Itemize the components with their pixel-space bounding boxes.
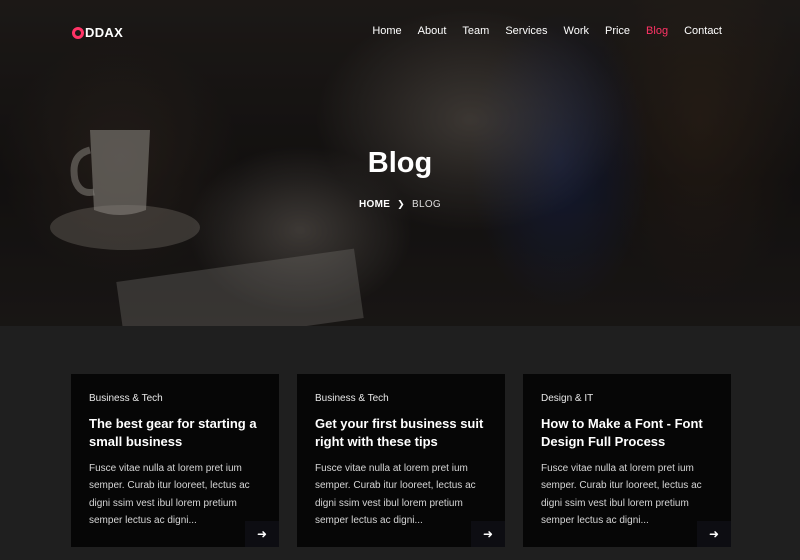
nav-item-price[interactable]: Price [597,23,638,39]
arrow-right-icon[interactable]: ➜ [245,521,279,547]
post-title[interactable]: The best gear for starting a small busin… [89,415,261,451]
post-excerpt: Fusce vitae nulla at lorem pret ium semp… [541,463,702,527]
blog-post-list: Business & Tech The best gear for starti… [71,374,731,547]
page-title: Blog [367,147,433,179]
nav-item-about[interactable]: About [410,23,455,39]
nav-item-services[interactable]: Services [497,23,555,39]
nav-item-home[interactable]: Home [364,23,409,39]
post-category[interactable]: Business & Tech [315,393,487,404]
post-category[interactable]: Business & Tech [89,393,261,404]
nav-item-team[interactable]: Team [454,23,497,39]
logo-text: DDAX [85,25,124,40]
logo-mark-icon [72,26,84,39]
main-nav: Home About Team Services Work Price Blog… [364,23,730,39]
arrow-right-icon[interactable]: ➜ [471,521,505,547]
chevron-right-icon: ❯ [397,199,406,209]
nav-item-work[interactable]: Work [556,23,597,39]
post-title[interactable]: Get your first business suit right with … [315,415,487,451]
breadcrumb-home-link[interactable]: HOME [359,199,390,210]
breadcrumb: HOME ❯ BLOG [0,199,800,210]
blog-card: Design & IT How to Make a Font - Font De… [523,374,731,547]
hero-banner: DDAX Home About Team Services Work Price… [0,0,800,326]
blog-card: Business & Tech The best gear for starti… [71,374,279,547]
blog-card: Business & Tech Get your first business … [297,374,505,547]
arrow-right-icon[interactable]: ➜ [697,521,731,547]
post-title[interactable]: How to Make a Font - Font Design Full Pr… [541,415,713,451]
breadcrumb-current: BLOG [412,199,442,210]
post-category[interactable]: Design & IT [541,393,713,404]
nav-item-blog[interactable]: Blog [638,23,676,39]
post-excerpt: Fusce vitae nulla at lorem pret ium semp… [315,463,476,527]
post-excerpt: Fusce vitae nulla at lorem pret ium semp… [89,463,250,527]
logo[interactable]: DDAX [72,25,123,40]
nav-item-contact[interactable]: Contact [676,23,730,39]
